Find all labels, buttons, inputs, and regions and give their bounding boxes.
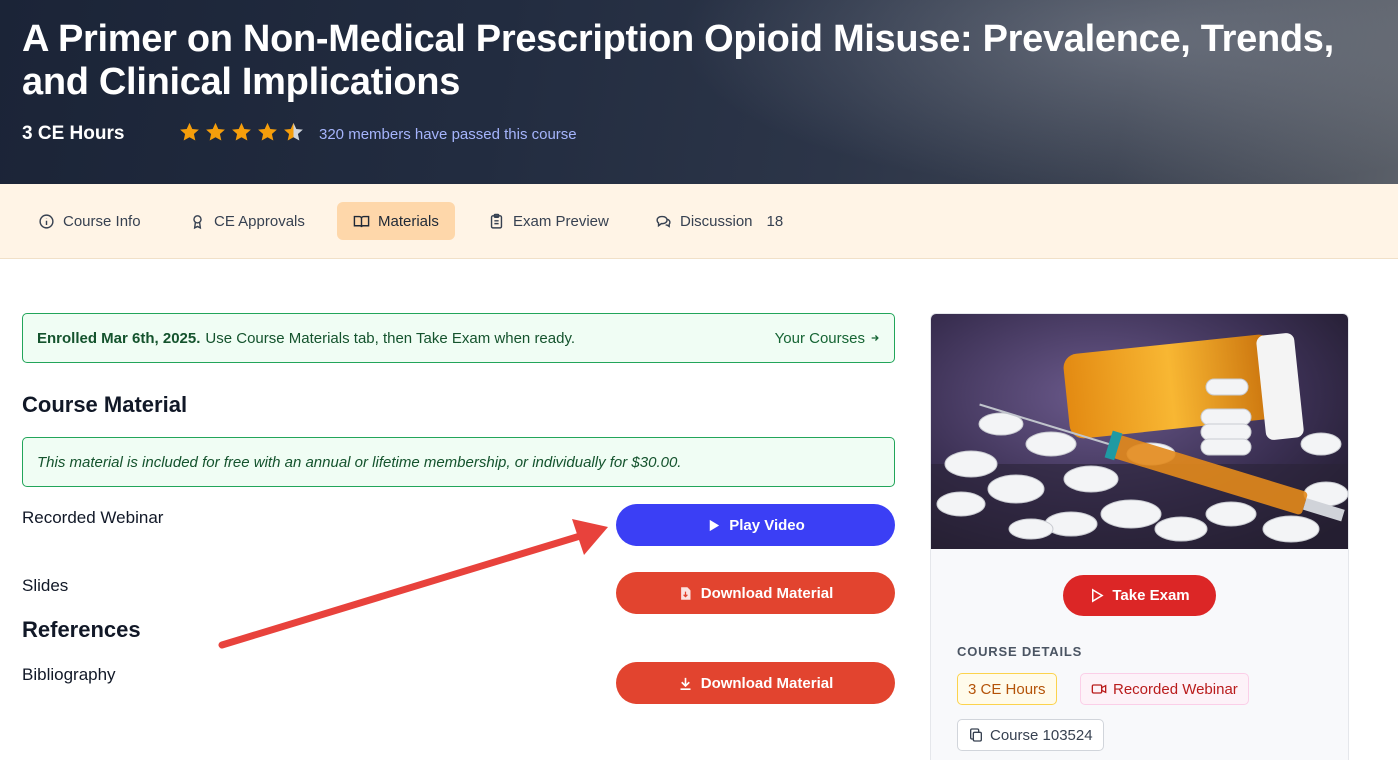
tab-label: CE Approvals [214, 212, 305, 230]
course-tabs: Course Info CE Approvals Materials Exam … [0, 184, 1398, 259]
info-icon [39, 213, 54, 229]
discussion-count: 18 [766, 212, 784, 230]
course-material-heading: Course Material [22, 392, 188, 417]
star-icon [180, 122, 199, 141]
chat-icon [656, 215, 671, 228]
ce-hours-label: 3 CE Hours [22, 123, 125, 144]
tab-discussion[interactable]: Discussion 18 [639, 202, 799, 240]
tab-label: Course Info [63, 212, 141, 230]
course-number-chip[interactable]: Course 103524 [957, 719, 1104, 751]
play-icon [709, 519, 720, 531]
download-bibliography-button[interactable]: Download Material [616, 662, 895, 704]
download-icon [680, 677, 691, 690]
annotation-arrow [218, 519, 608, 649]
tab-materials[interactable]: Materials [337, 202, 455, 240]
course-hero: A Primer on Non-Medical Prescription Opi… [0, 0, 1398, 184]
tab-label: Materials [378, 212, 439, 230]
book-icon [353, 215, 370, 227]
course-number-label: Course 103524 [990, 726, 1093, 744]
enrolled-date: Enrolled Mar 6th, 2025. [37, 329, 201, 347]
your-courses-label: Your Courses [774, 329, 865, 347]
clipboard-icon [490, 213, 503, 229]
tab-label: Exam Preview [513, 212, 609, 230]
take-exam-label: Take Exam [1112, 587, 1190, 604]
play-outline-icon [1092, 588, 1104, 603]
star-icon [232, 122, 251, 141]
course-title: A Primer on Non-Medical Prescription Opi… [22, 18, 1334, 103]
tab-label: Discussion [680, 212, 753, 230]
star-icon [258, 122, 277, 141]
tab-course-info[interactable]: Course Info [22, 202, 157, 240]
download-material-label: Download Material [700, 674, 834, 692]
ce-hours-chip-label: 3 CE Hours [968, 680, 1046, 698]
rating-stars [178, 121, 305, 144]
take-exam-button[interactable]: Take Exam [1063, 575, 1216, 616]
enrolled-text: Use Course Materials tab, then Take Exam… [205, 329, 576, 347]
slides-label: Slides [22, 576, 69, 595]
your-courses-link[interactable]: Your Courses [775, 330, 880, 347]
membership-note: This material is included for free with … [22, 437, 895, 487]
format-chip-label: Recorded Webinar [1113, 680, 1238, 698]
download-slides-button[interactable]: Download Material [616, 572, 895, 614]
course-details-label: COURSE DETAILS [957, 644, 1083, 659]
video-camera-icon [1091, 684, 1107, 694]
tab-ce-approvals[interactable]: CE Approvals [173, 202, 321, 240]
bibliography-label: Bibliography [22, 665, 116, 684]
references-heading: References [22, 617, 141, 642]
award-icon [193, 214, 202, 229]
arrow-right-icon [871, 335, 879, 341]
members-passed-link[interactable]: 320 members have passed this course [319, 126, 577, 143]
tab-exam-preview[interactable]: Exam Preview [472, 202, 625, 240]
play-video-button[interactable]: Play Video [616, 504, 895, 546]
half-star-icon [284, 122, 303, 141]
ce-hours-chip: 3 CE Hours [957, 673, 1057, 705]
copy-icon [970, 728, 982, 742]
download-material-label: Download Material [700, 584, 834, 602]
play-video-label: Play Video [729, 516, 805, 534]
course-thumbnail [931, 314, 1348, 549]
file-download-icon [680, 586, 691, 600]
star-icon [206, 122, 225, 141]
course-card: Take Exam COURSE DETAILS 3 CE Hours Reco… [930, 313, 1349, 760]
recorded-webinar-label: Recorded Webinar [22, 508, 164, 527]
format-chip: Recorded Webinar [1080, 673, 1249, 705]
enrolled-banner: Enrolled Mar 6th, 2025. Use Course Mater… [22, 313, 895, 363]
